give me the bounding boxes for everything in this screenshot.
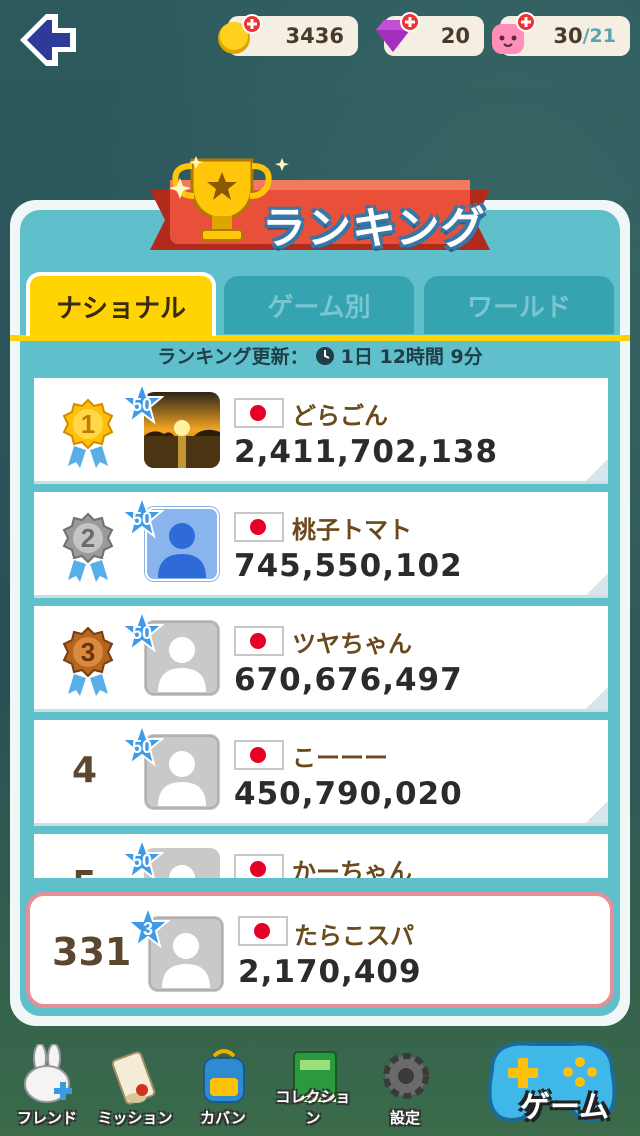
stamina-value: 30 (553, 24, 583, 48)
nav-settings[interactable]: 設定 (362, 1032, 448, 1132)
my-level-value: 3 (143, 919, 153, 939)
rank-number: 4 (72, 750, 98, 791)
gem-plus-icon (376, 12, 420, 52)
my-player-name: たらこスパ (294, 922, 414, 950)
japan-flag-icon (234, 626, 284, 656)
ranking-row[interactable]: 4 50 こーーー 450,790,020 (34, 720, 608, 826)
medal-rank-1: 1 (81, 409, 95, 439)
coin-plus-icon (218, 14, 262, 54)
level-value: 50 (132, 737, 152, 757)
my-rank-number: 331 (52, 930, 132, 974)
gem-value: 20 (440, 24, 470, 48)
japan-flag-icon (234, 740, 284, 770)
ranking-row[interactable]: 1 50 どらごん 2,411,702,138 (34, 378, 608, 484)
update-timer: ランキング更新： 1日 12時間 9分 (0, 342, 640, 369)
japan-flag-icon (234, 398, 284, 428)
level-value: 50 (132, 509, 152, 529)
nav-mission[interactable]: ミッション (92, 1032, 178, 1132)
nav-collection-label: コレクション (275, 1088, 351, 1127)
update-value: 1日 12時間 9分 (340, 346, 483, 368)
ranking-row[interactable]: 5 50 かーちゃん (34, 834, 608, 878)
my-player-score: 2,170,409 (238, 954, 422, 990)
nav-bag[interactable]: カバン (180, 1032, 266, 1132)
coin-counter[interactable]: 3436 (218, 14, 358, 56)
backpack-icon (203, 1049, 245, 1103)
level-star-icon: 50 (120, 724, 164, 767)
level-star-icon: 50 (120, 610, 164, 653)
page-curl (586, 687, 608, 709)
player-name: ツヤちゃん (292, 630, 412, 658)
stamina-counter[interactable]: 30/21 (492, 12, 630, 56)
tab-by-game[interactable]: ゲーム別 (224, 276, 414, 334)
japan-flag-icon (234, 512, 284, 542)
clock-icon (315, 346, 334, 365)
level-value: 50 (132, 395, 152, 415)
player-name: かーちゃん (292, 858, 412, 878)
nav-mission-label: ミッション (97, 1109, 173, 1127)
japan-flag-icon (234, 854, 284, 878)
player-name: どらごん (292, 402, 388, 430)
my-ranking-row[interactable]: 331 3 たらこスパ 2,170,409 (26, 892, 614, 1008)
ranking-list[interactable]: 1 50 どらごん 2,411,702,138 2 50 桃子トマト 745,5… (34, 378, 608, 878)
update-label: ランキング更新： (157, 346, 309, 368)
ranking-row[interactable]: 2 50 桃子トマト 745,550,102 (34, 492, 608, 598)
japan-flag-icon (238, 916, 288, 946)
level-value: 50 (132, 623, 152, 643)
nav-collection[interactable]: コレクション (270, 1032, 356, 1132)
back-arrow-icon[interactable] (14, 8, 82, 72)
coin-value: 3436 (285, 24, 344, 48)
player-score: 745,550,102 (234, 548, 463, 584)
player-name: 桃子トマト (292, 516, 412, 544)
stamina-sep: / (582, 25, 590, 47)
page-curl (586, 459, 608, 481)
page-curl (586, 801, 608, 823)
ranking-row[interactable]: 3 50 ツヤちゃん 670,676,497 (34, 606, 608, 712)
rank-number: 5 (72, 864, 97, 878)
player-score: 670,676,497 (234, 662, 463, 698)
tab-national[interactable]: ナショナル (26, 272, 216, 336)
level-star-icon: 50 (120, 382, 164, 425)
level-star-icon: 3 (126, 906, 170, 949)
level-star-icon: 50 (120, 496, 164, 539)
silver-medal-icon: 2 (62, 512, 114, 582)
stamina-max: 21 (589, 25, 616, 47)
level-star-icon: 50 (120, 838, 164, 878)
player-score: 2,411,702,138 (234, 434, 499, 470)
scroll-icon (111, 1051, 156, 1105)
medal-rank-3: 3 (81, 637, 95, 667)
nav-bag-label: カバン (200, 1109, 246, 1127)
level-value: 50 (132, 851, 152, 871)
game-button-label: ゲーム (520, 1090, 610, 1125)
nav-friend-label: フレンド (16, 1109, 77, 1127)
gear-icon (383, 1053, 429, 1099)
medal-rank-2: 2 (81, 523, 95, 553)
bronze-medal-icon: 3 (62, 626, 114, 696)
nav-friend[interactable]: フレンド (4, 1032, 90, 1132)
stamina-plus-icon (492, 12, 536, 54)
page-curl (586, 573, 608, 595)
tab-world[interactable]: ワールド (424, 276, 614, 334)
player-score: 450,790,020 (234, 776, 463, 812)
nav-settings-label: 設定 (389, 1109, 420, 1127)
gem-counter[interactable]: 20 (376, 12, 484, 56)
gold-medal-icon: 1 (62, 398, 114, 468)
page-title: ランキング (262, 203, 486, 254)
rabbit-icon (24, 1044, 72, 1103)
player-name: こーーー (292, 744, 388, 772)
